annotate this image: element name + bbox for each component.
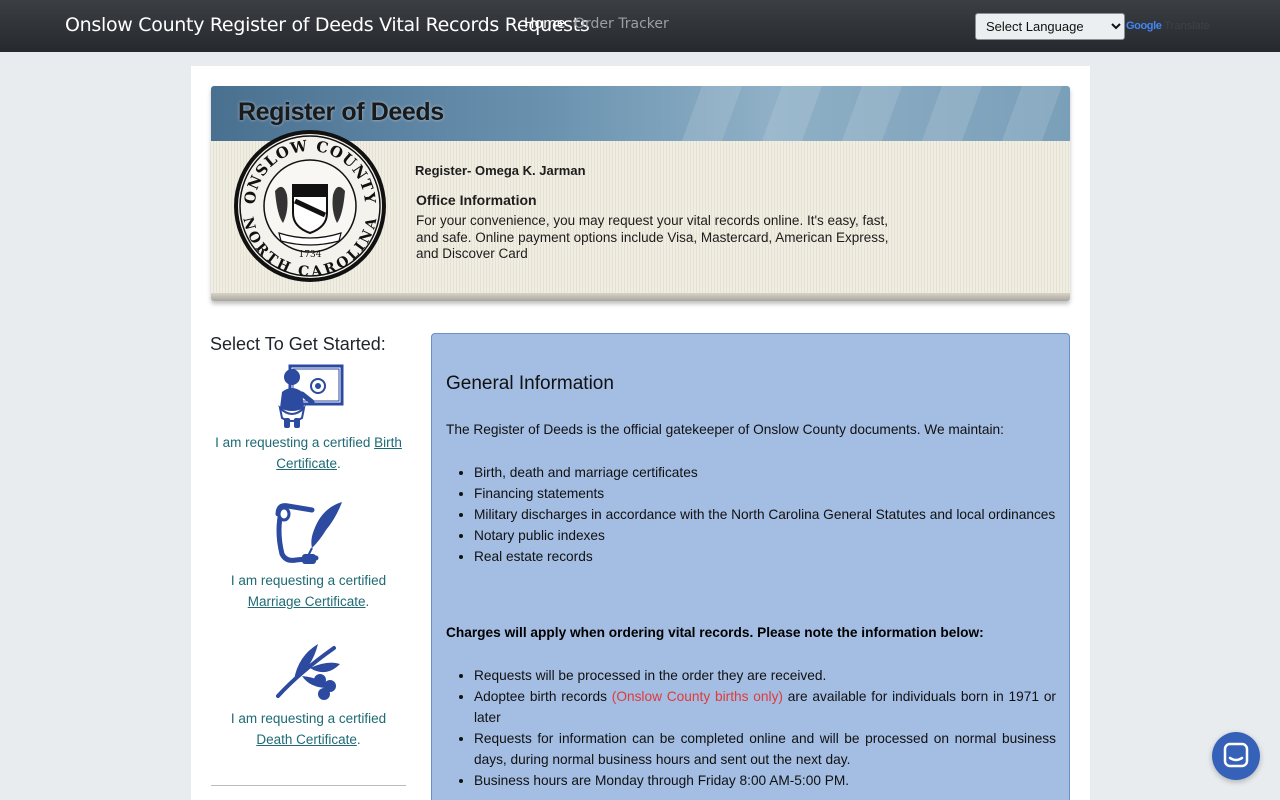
sidebar-divider (211, 785, 406, 786)
birth-certificate-option[interactable]: I am requesting a certified Birth Certif… (211, 362, 406, 474)
list-item: Requests will be processed in the order … (474, 665, 1056, 686)
banner-title: Register of Deeds (238, 98, 444, 126)
banner-stripe (836, 86, 906, 141)
nav-home-link[interactable]: Home (524, 16, 565, 32)
register-name: Register- Omega K. Jarman (415, 163, 586, 178)
header-banner: Register of Deeds ONSLOW COUNTY NORTH CA… (211, 86, 1070, 301)
list-item: Requests for information can be complete… (474, 728, 1056, 770)
notes-list: Requests will be processed in the order … (474, 665, 1056, 791)
chat-launcher-button[interactable] (1212, 732, 1260, 780)
death-certificate-option[interactable]: I am requesting a certified Death Certif… (211, 638, 406, 750)
banner-stripe (916, 86, 986, 141)
option-prefix: I am requesting a certified (215, 435, 375, 450)
office-info-title: Office Information (416, 192, 537, 208)
marriage-certificate-option[interactable]: I am requesting a certified Marriage Cer… (211, 500, 406, 612)
onslow-births-only-note: (Onslow County births only) (611, 689, 783, 704)
list-item: Business hours are Monday through Friday… (474, 770, 1056, 791)
death-certificate-link[interactable]: Death Certificate (256, 732, 357, 747)
option-prefix: I am requesting a certified (230, 711, 387, 726)
maintained-records-list: Birth, death and marriage certificates F… (474, 462, 1056, 567)
banner-stripe (756, 86, 826, 141)
marriage-certificate-link[interactable]: Marriage Certificate (248, 594, 366, 609)
select-to-get-started-heading: Select To Get Started: (210, 334, 386, 354)
list-item: Financing statements (474, 483, 1056, 504)
banner-stripe (676, 86, 746, 141)
banner-stripe (996, 86, 1066, 141)
marriage-certificate-text: I am requesting a certified Marriage Cer… (211, 570, 406, 612)
option-suffix: . (337, 456, 341, 471)
navbar: Onslow County Register of Deeds Vital Re… (0, 0, 1280, 52)
quill-scroll-icon[interactable] (272, 500, 346, 570)
site-brand[interactable]: Onslow County Register of Deeds Vital Re… (65, 14, 590, 36)
language-select[interactable]: Select Language (975, 13, 1125, 40)
seal-year: 1734 (299, 250, 322, 260)
birth-certificate-text: I am requesting a certified Birth Certif… (211, 432, 406, 474)
list-item: Adoptee birth records (Onslow County bir… (474, 686, 1056, 728)
olive-branch-icon[interactable] (272, 638, 346, 708)
google-label: Google (1126, 20, 1162, 32)
baby-certificate-icon[interactable] (272, 362, 346, 432)
google-translate-brand: Google Translate (1126, 20, 1210, 32)
list-item: Notary public indexes (474, 525, 1056, 546)
adoptee-text: Adoptee birth records (474, 689, 612, 704)
office-info-text: For your convenience, you may request yo… (416, 213, 889, 261)
county-seal-icon: ONSLOW COUNTY NORTH CAROLINA 1734 (234, 130, 386, 282)
option-prefix: I am requesting a certified (230, 573, 387, 588)
option-suffix: . (365, 594, 370, 609)
charges-notice: Charges will apply when ordering vital r… (446, 625, 984, 640)
general-information-panel: General Information The Register of Deed… (431, 333, 1070, 800)
list-item: Real estate records (474, 546, 1056, 567)
banner-bottom-edge (211, 293, 1070, 301)
nav-order-tracker-link[interactable]: Order Tracker (574, 16, 669, 32)
general-information-intro: The Register of Deeds is the official ga… (446, 422, 1004, 437)
list-item: Birth, death and marriage certificates (474, 462, 1056, 483)
death-certificate-text: I am requesting a certified Death Certif… (211, 708, 406, 750)
translate-label[interactable]: Translate (1164, 20, 1209, 32)
chat-icon (1223, 742, 1249, 768)
list-item: Military discharges in accordance with t… (474, 504, 1056, 525)
option-suffix: . (356, 732, 361, 747)
general-information-title: General Information (446, 373, 614, 394)
